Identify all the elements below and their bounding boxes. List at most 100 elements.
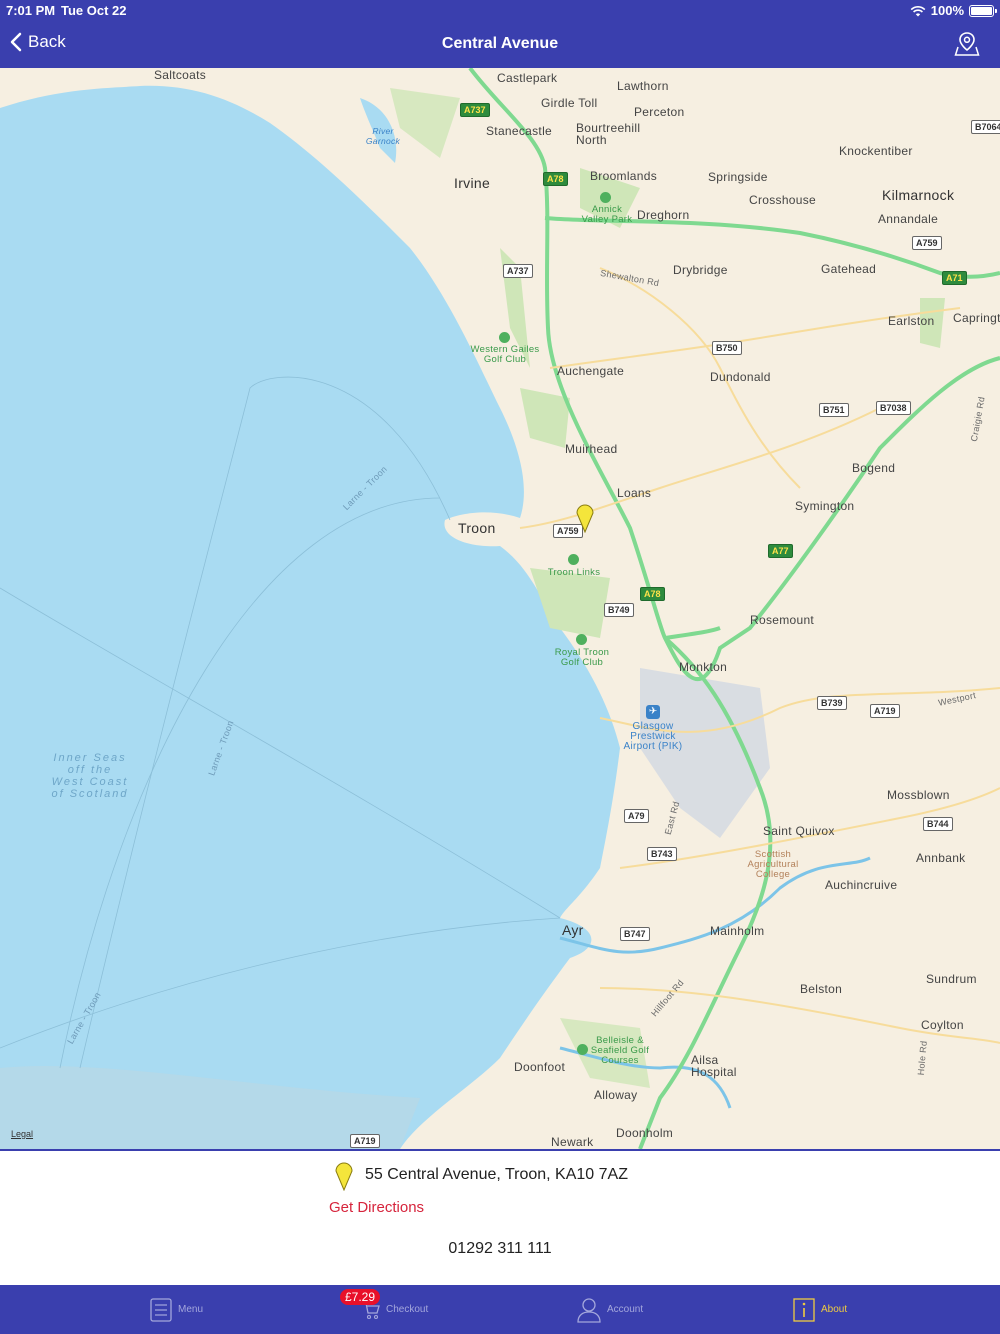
- park-label: Troon Links: [547, 567, 601, 578]
- place-label: Mossblown: [887, 788, 950, 802]
- place-label: Drybridge: [673, 263, 728, 277]
- battery-icon: [969, 4, 997, 17]
- place-label: Mainholm: [710, 924, 765, 938]
- tab-bar: Menu £7.29 Checkout Account About: [0, 1285, 1000, 1334]
- road-shield: B743: [647, 847, 677, 861]
- place-label: Springside: [708, 170, 768, 184]
- person-icon: [577, 1297, 601, 1323]
- river-label: River Garnock: [365, 126, 401, 146]
- road-shield: B749: [604, 603, 634, 617]
- cart-total-badge: £7.29: [340, 1289, 381, 1305]
- tab-label: Checkout: [386, 1304, 429, 1315]
- place-label: Crosshouse: [749, 193, 817, 207]
- place-label: Sundrum: [926, 972, 977, 986]
- park-label: Annick Valley Park: [581, 204, 633, 225]
- menu-list-icon: [150, 1297, 172, 1322]
- place-label: Auchincruive: [825, 878, 898, 892]
- nav-bar: Back Central Avenue: [0, 22, 1000, 68]
- place-label: Castlepark: [497, 71, 558, 85]
- road-shield: B744: [923, 817, 953, 831]
- place-label: Monkton: [679, 660, 728, 674]
- map-pin-button[interactable]: [954, 31, 980, 62]
- airport-label: Glasgow Prestwick Airport (PIK): [623, 721, 683, 752]
- park-label: Royal Troon Golf Club: [554, 647, 610, 668]
- phone-link[interactable]: 01292 311 111: [0, 1240, 1000, 1258]
- status-bar: 7:01 PM Tue Oct 22 100%: [0, 0, 1000, 22]
- road-shield: A719: [870, 704, 900, 718]
- road-shield: A77: [768, 544, 793, 558]
- road-shield: B747: [620, 927, 650, 941]
- golf-icon: [499, 332, 510, 343]
- road-shield: B751: [819, 403, 849, 417]
- place-label: Coylton: [921, 1018, 964, 1032]
- place-label: Saint Quivox: [763, 824, 835, 838]
- get-directions-link[interactable]: Get Directions: [329, 1199, 424, 1216]
- place-label: Gatehead: [821, 262, 877, 276]
- place-label: Caprington: [953, 311, 1000, 325]
- location-info: 55 Central Avenue, Troon, KA10 7AZ Get D…: [0, 1151, 1000, 1285]
- place-label: Muirhead: [565, 442, 618, 456]
- place-label: Stanecastle: [486, 124, 553, 138]
- road-shield: A78: [640, 587, 665, 601]
- place-label: Ailsa Hospital: [691, 1053, 737, 1079]
- road-shield: B7064: [971, 120, 1000, 134]
- status-right: 100%: [910, 3, 997, 18]
- place-label: Rosemount: [750, 613, 815, 627]
- road-shield: A737: [503, 264, 533, 278]
- wifi-icon: [910, 5, 926, 16]
- place-label: Annandale: [878, 212, 939, 226]
- address-text: 55 Central Avenue, Troon, KA10 7AZ: [365, 1166, 628, 1183]
- road-shield: A78: [543, 172, 568, 186]
- place-label: Irvine: [454, 175, 491, 191]
- golf-icon: [576, 634, 587, 645]
- battery-percent: 100%: [930, 3, 964, 18]
- info-icon: [793, 1297, 815, 1322]
- map-graphic: [0, 68, 1000, 1149]
- map-view[interactable]: Saltcoats Castlepark Lawthorn Girdle Tol…: [0, 68, 1000, 1149]
- tab-label: About: [821, 1304, 848, 1315]
- legal-link[interactable]: Legal: [11, 1129, 33, 1139]
- place-label: Auchengate: [557, 364, 625, 378]
- road-shield: A71: [942, 271, 967, 285]
- store-pin-icon[interactable]: [574, 501, 596, 533]
- tab-account[interactable]: Account: [577, 1285, 643, 1334]
- store-pin-icon: [335, 1162, 353, 1191]
- college-label: Scottish Agricultural College: [747, 849, 799, 880]
- place-label: Doonholm: [616, 1126, 674, 1140]
- address-row: 55 Central Avenue, Troon, KA10 7AZ: [333, 1159, 628, 1191]
- place-label: Girdle Toll: [541, 96, 598, 110]
- tab-checkout[interactable]: £7.29 Checkout: [340, 1285, 429, 1334]
- road-shield: B739: [817, 696, 847, 710]
- road-shield: A79: [624, 809, 649, 823]
- page-title: Central Avenue: [441, 35, 559, 52]
- golf-icon: [577, 1044, 588, 1055]
- tab-label: Account: [607, 1304, 644, 1315]
- road-shield: A759: [912, 236, 942, 250]
- place-label: Earlston: [888, 314, 935, 328]
- place-label: Troon: [458, 520, 496, 536]
- tab-label: Menu: [178, 1304, 204, 1315]
- park-label: Western Gailes Golf Club: [470, 344, 540, 365]
- golf-icon: [568, 554, 579, 565]
- place-label: Ayr: [562, 922, 584, 938]
- place-label: Dundonald: [710, 370, 771, 384]
- map-location-icon: [954, 32, 980, 56]
- place-label: Lawthorn: [617, 79, 669, 93]
- place-label: Alloway: [594, 1088, 638, 1102]
- place-label: Belston: [800, 982, 843, 996]
- place-label: Newark: [551, 1135, 594, 1149]
- place-label: Broomlands: [590, 169, 658, 183]
- tab-about[interactable]: About: [793, 1285, 847, 1334]
- place-label: Annbank: [916, 851, 966, 865]
- place-label: Symington: [795, 499, 855, 513]
- status-date: Tue Oct 22: [61, 3, 127, 18]
- place-label: Saltcoats: [154, 68, 207, 82]
- road-shield: A719: [350, 1134, 380, 1148]
- sea-label: Inner Seas off the West Coast of Scotlan…: [51, 752, 129, 800]
- place-label: Perceton: [634, 105, 685, 119]
- place-label: Bourtreehill North: [576, 121, 641, 147]
- place-label: Loans: [617, 486, 652, 500]
- tab-menu[interactable]: Menu: [150, 1285, 203, 1334]
- road-shield: B7038: [876, 401, 911, 415]
- road-shield: B750: [712, 341, 742, 355]
